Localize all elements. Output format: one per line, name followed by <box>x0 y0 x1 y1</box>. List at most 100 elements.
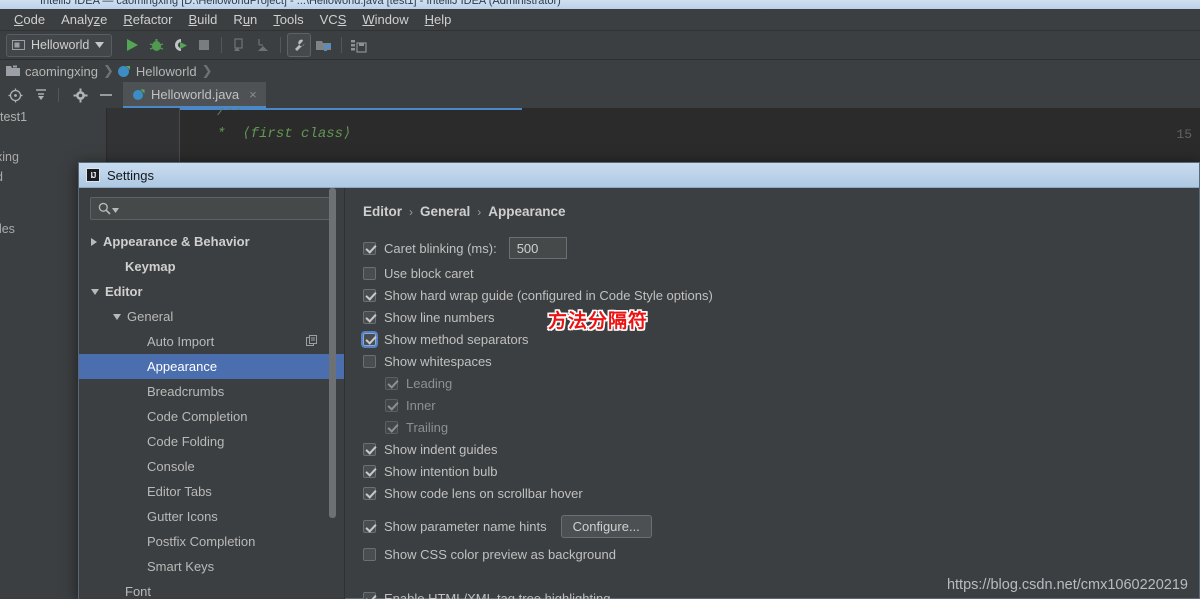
project-line-2: d <box>0 170 3 184</box>
run-with-coverage-icon[interactable] <box>169 34 191 56</box>
settings-tree-item-smart-keys[interactable]: Smart Keys <box>79 554 344 579</box>
show-method-separators-label: Show method separators <box>384 331 529 347</box>
breadcrumb-item-project[interactable]: caomingxing <box>6 64 102 79</box>
option-show-css-color-preview[interactable]: Show CSS color preview as background <box>363 545 1199 563</box>
option-show-indent-guides[interactable]: Show indent guides <box>363 440 1199 458</box>
sync-gradle-icon[interactable] <box>348 34 370 56</box>
trailing-checkbox[interactable] <box>385 420 398 434</box>
menu-item-tools[interactable]: Tools <box>265 10 311 29</box>
menu-item-vcs[interactable]: VCS <box>312 10 355 29</box>
settings-tree-item-general[interactable]: General <box>79 304 344 329</box>
breadcrumb-sep-2: › <box>477 204 482 219</box>
settings-tree-item-code-completion[interactable]: Code Completion <box>79 404 344 429</box>
show-css-color-preview-checkbox[interactable] <box>363 547 376 561</box>
watermark: https://blog.csdn.net/cmx1060220219 <box>946 577 1188 593</box>
option-show-whitespaces[interactable]: Show whitespaces <box>363 352 1199 370</box>
breadcrumb-chevron-2: ❯ <box>201 63 213 78</box>
show-whitespaces-checkbox[interactable] <box>363 354 376 368</box>
project-structure-icon[interactable] <box>313 34 335 56</box>
settings-tree-item-label: General <box>127 309 174 324</box>
tree-twisty-open-icon[interactable] <box>91 288 99 295</box>
close-icon[interactable]: × <box>249 87 257 102</box>
option-caret-blinking[interactable]: Caret blinking (ms): 500 <box>363 236 1199 260</box>
settings-tree-item-appearance[interactable]: Appearance <box>79 354 344 379</box>
settings-tree-item-font[interactable]: Font <box>79 579 344 599</box>
option-show-intention-bulb[interactable]: Show intention bulb <box>363 462 1199 480</box>
settings-tree-item-label: Postfix Completion <box>147 534 256 549</box>
settings-tree-item-editor[interactable]: Editor <box>79 279 344 304</box>
copy-icon <box>306 335 318 350</box>
settings-tree-item-postfix-completion[interactable]: Postfix Completion <box>79 529 344 554</box>
option-trailing[interactable]: Trailing <box>385 418 1199 436</box>
tree-scrollbar[interactable] <box>329 188 336 570</box>
option-inner[interactable]: Inner <box>385 396 1199 414</box>
option-show-parameter-hints[interactable]: Show parameter name hints Configure... <box>363 514 1199 539</box>
show-code-lens-checkbox[interactable] <box>363 486 376 500</box>
leading-checkbox[interactable] <box>385 376 398 390</box>
debug-icon[interactable] <box>145 34 167 56</box>
settings-tree-item-label: Editor <box>105 284 143 299</box>
settings-tree[interactable]: Appearance & Behavior Keymap Editor General… <box>79 229 344 599</box>
commit-icon[interactable] <box>252 34 274 56</box>
stop-icon[interactable] <box>193 34 215 56</box>
project-line-1: xing <box>0 150 19 164</box>
option-use-block-caret[interactable]: Use block caret <box>363 264 1199 282</box>
option-leading[interactable]: Leading <box>385 374 1199 392</box>
option-show-hard-wrap-guide[interactable]: Show hard wrap guide (configured in Code… <box>363 286 1199 304</box>
editor-tab-helloworld[interactable]: Helloworld.java × <box>123 82 266 108</box>
run-configuration-selector[interactable]: Helloworld <box>6 33 113 57</box>
settings-tree-item-auto-import[interactable]: Auto Import <box>79 329 344 354</box>
main-toolbar: Helloworld <box>0 31 1200 60</box>
breadcrumb-item-class[interactable]: Helloworld <box>117 64 201 79</box>
settings-tree-item-breadcrumbs[interactable]: Breadcrumbs <box>79 379 344 404</box>
update-project-icon[interactable] <box>228 34 250 56</box>
option-show-code-lens[interactable]: Show code lens on scrollbar hover <box>363 484 1199 502</box>
menu-item-run[interactable]: Run <box>225 10 265 29</box>
option-show-method-separators[interactable]: Show method separators <box>361 330 1199 348</box>
caret-blinking-field[interactable]: 500 <box>508 237 567 259</box>
menu-item-build[interactable]: Build <box>181 10 226 29</box>
menu-item-code[interactable]: Code <box>6 10 53 29</box>
tree-twisty-open-icon[interactable] <box>113 313 121 320</box>
option-show-line-numbers[interactable]: Show line numbers <box>363 308 1199 326</box>
search-input[interactable] <box>90 197 333 220</box>
settings-dialog: IJ Settings Appearance & Behavior Keymap… <box>78 162 1200 599</box>
window-title-bar: IntelliJ IDEA — caomingxing [D:\Hellowor… <box>0 0 1200 9</box>
show-parameter-hints-label: Show parameter name hints <box>384 519 547 534</box>
inner-checkbox[interactable] <box>385 398 398 412</box>
settings-wrench-icon[interactable] <box>287 33 312 57</box>
enable-tag-tree-highlighting-checkbox[interactable] <box>363 591 376 599</box>
use-block-caret-label: Use block caret <box>384 265 474 281</box>
tree-scrollbar-thumb[interactable] <box>329 188 336 518</box>
collapse-all-icon[interactable] <box>30 84 52 106</box>
chevron-down-icon <box>112 208 119 213</box>
menu-item-refactor[interactable]: Refactor <box>115 10 180 29</box>
settings-tree-item-label: Keymap <box>125 259 176 274</box>
settings-tree-item-editor-tabs[interactable]: Editor Tabs <box>79 479 344 504</box>
settings-tree-item-keymap[interactable]: Keymap <box>79 254 344 279</box>
settings-tree-item-code-folding[interactable]: Code Folding <box>79 429 344 454</box>
show-method-separators-checkbox[interactable] <box>361 330 378 348</box>
tree-twisty-closed-icon[interactable] <box>91 237 97 246</box>
show-indent-guides-checkbox[interactable] <box>363 442 376 456</box>
menu-item-analyze[interactable]: Analyze <box>53 10 115 29</box>
show-intention-bulb-checkbox[interactable] <box>363 464 376 478</box>
settings-tree-item-gutter-icons[interactable]: Gutter Icons <box>79 504 344 529</box>
settings-tree-item-label: Appearance <box>147 359 218 374</box>
menu-item-window[interactable]: Window <box>354 10 416 29</box>
hide-panel-icon[interactable] <box>95 84 117 106</box>
settings-tree-item-appearance-behavior[interactable]: Appearance & Behavior <box>79 229 344 254</box>
caret-blinking-checkbox[interactable] <box>363 241 376 255</box>
show-hard-wrap-guide-checkbox[interactable] <box>363 288 376 302</box>
use-block-caret-checkbox[interactable] <box>363 266 376 280</box>
show-intention-bulb-label: Show intention bulb <box>384 463 498 479</box>
settings-tree-item-console[interactable]: Console <box>79 454 344 479</box>
show-parameter-hints-checkbox[interactable] <box>363 520 376 533</box>
menu-item-help[interactable]: Help <box>417 10 460 29</box>
run-icon[interactable] <box>121 34 143 56</box>
show-line-numbers-checkbox[interactable] <box>363 310 376 324</box>
configure-button[interactable]: Configure... <box>560 515 652 538</box>
settings-tree-item-label: Code Folding <box>147 434 225 449</box>
locate-icon[interactable] <box>4 84 26 106</box>
gear-icon[interactable] <box>69 84 91 106</box>
